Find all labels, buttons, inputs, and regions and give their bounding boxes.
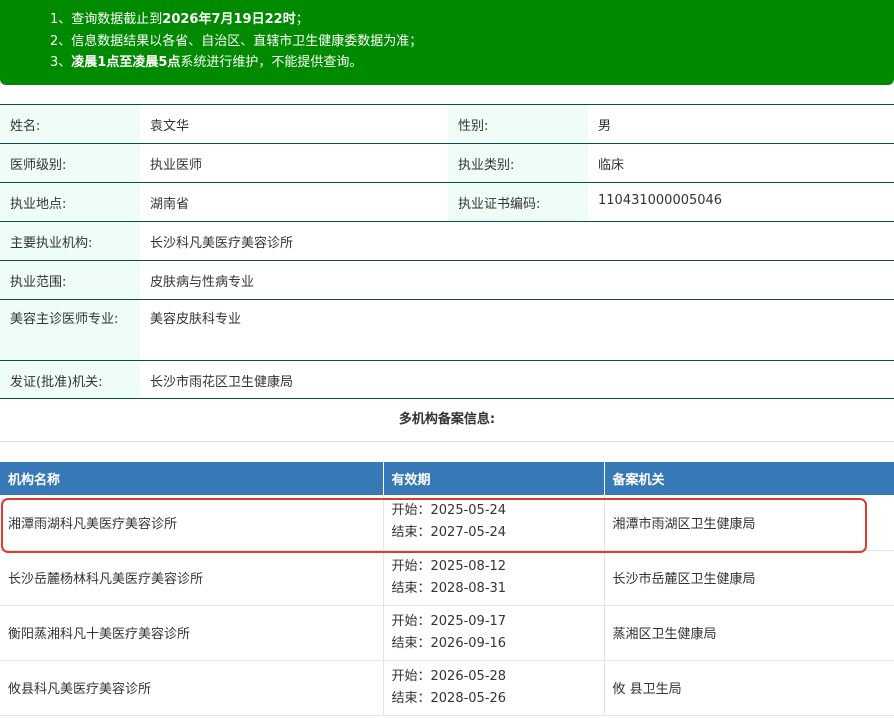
- info-row-name: 姓名: 袁文华 性别: 男: [0, 104, 894, 144]
- validity-end: 结束：2028-05-26: [391, 690, 507, 706]
- authority: 湘潭市雨湖区卫生健康局: [604, 495, 894, 551]
- gender-label: 性别:: [448, 104, 588, 144]
- info-row-institution: 主要执业机构: 长沙科凡美医疗美容诊所: [0, 221, 894, 261]
- location-label: 执业地点:: [0, 182, 140, 222]
- authority: 蒸湘区卫生健康局: [604, 605, 894, 661]
- gender-value: 男: [588, 104, 894, 144]
- org-name: 攸县科凡美医疗美容诊所: [0, 660, 384, 716]
- registration-table: 机构名称 有效期 备案机关 湘潭雨湖科凡美医疗美容诊所 开始：2025-05-2…: [0, 462, 894, 716]
- validity-start: 开始：2025-08-12: [391, 558, 507, 574]
- category-label: 执业类别:: [448, 143, 588, 183]
- scope-label: 执业范围:: [0, 260, 140, 300]
- info-row-issuer: 发证(批准)机关: 长沙市雨花区卫生健康局: [0, 360, 894, 399]
- multi-institution-title: 多机构备案信息:: [0, 400, 894, 442]
- location-value: 湖南省: [140, 182, 448, 222]
- registration-header-row: 机构名称 有效期 备案机关: [0, 462, 894, 495]
- info-row-scope: 执业范围: 皮肤病与性病专业: [0, 260, 894, 300]
- table-row: 攸县科凡美医疗美容诊所 开始：2026-05-28 结束：2028-05-26 攸…: [0, 660, 894, 716]
- validity-start: 开始：2025-09-17: [391, 613, 507, 629]
- table-row: 湘潭雨湖科凡美医疗美容诊所 开始：2025-05-24 结束：2027-05-24…: [0, 495, 894, 551]
- validity-end: 结束：2026-09-16: [391, 635, 507, 651]
- specialty-value: 美容皮肤科专业: [140, 299, 894, 361]
- table-row: 衡阳蒸湘科凡十美医疗美容诊所 开始：2025-09-17 结束：2026-09-1…: [0, 605, 894, 661]
- authority: 长沙市岳麓区卫生健康局: [604, 550, 894, 606]
- validity-start: 开始：2026-05-28: [391, 668, 507, 684]
- validity-end: 结束：2027-05-24: [391, 525, 507, 541]
- issuer-value: 长沙市雨花区卫生健康局: [140, 360, 894, 399]
- doctor-info-table: 姓名: 袁文华 性别: 男 医师级别: 执业医师 执业类别: 临床 执业地点: …: [0, 104, 894, 399]
- institution-value: 长沙科凡美医疗美容诊所: [140, 221, 894, 261]
- notice-line-1: 1、查询数据截止到2026年7月19日22时；: [50, 12, 309, 27]
- notice-line-3: 3、凌晨1点至凌晨5点系统进行维护，不能提供查询。: [50, 55, 363, 70]
- specialty-label: 美容主诊医师专业:: [0, 299, 140, 361]
- org-name: 长沙岳麓杨林科凡美医疗美容诊所: [0, 550, 384, 606]
- cert-value: 110431000005046: [588, 182, 894, 222]
- validity: 开始：2025-09-17 结束：2026-09-16: [383, 605, 605, 661]
- header-validity: 有效期: [383, 462, 605, 495]
- info-row-location: 执业地点: 湖南省 执业证书编码: 110431000005046: [0, 182, 894, 222]
- institution-label: 主要执业机构:: [0, 221, 140, 261]
- header-org-name: 机构名称: [0, 462, 384, 495]
- issuer-label: 发证(批准)机关:: [0, 360, 140, 399]
- info-row-level: 医师级别: 执业医师 执业类别: 临床: [0, 143, 894, 183]
- validity: 开始：2025-08-12 结束：2028-08-31: [383, 550, 605, 606]
- validity-end: 结束：2028-08-31: [391, 580, 507, 596]
- name-label: 姓名:: [0, 104, 140, 144]
- level-value: 执业医师: [140, 143, 448, 183]
- org-name: 湘潭雨湖科凡美医疗美容诊所: [0, 495, 384, 551]
- category-value: 临床: [588, 143, 894, 183]
- org-name: 衡阳蒸湘科凡十美医疗美容诊所: [0, 605, 384, 661]
- name-value: 袁文华: [140, 104, 448, 144]
- cert-label: 执业证书编码:: [448, 182, 588, 222]
- validity-start: 开始：2025-05-24: [391, 503, 507, 519]
- notice-line-2: 2、信息数据结果以各省、自治区、直辖市卫生健康委数据为准；: [50, 33, 423, 49]
- notice-banner: 1、查询数据截止到2026年7月19日22时； 2、信息数据结果以各省、自治区、…: [0, 0, 894, 85]
- validity: 开始：2025-05-24 结束：2027-05-24: [383, 495, 605, 551]
- info-row-specialty: 美容主诊医师专业: 美容皮肤科专业: [0, 299, 894, 361]
- level-label: 医师级别:: [0, 143, 140, 183]
- table-row: 长沙岳麓杨林科凡美医疗美容诊所 开始：2025-08-12 结束：2028-08-…: [0, 550, 894, 606]
- authority: 攸 县卫生局: [604, 660, 894, 716]
- header-authority: 备案机关: [604, 462, 894, 495]
- validity: 开始：2026-05-28 结束：2028-05-26: [383, 660, 605, 716]
- scope-value: 皮肤病与性病专业: [140, 260, 894, 300]
